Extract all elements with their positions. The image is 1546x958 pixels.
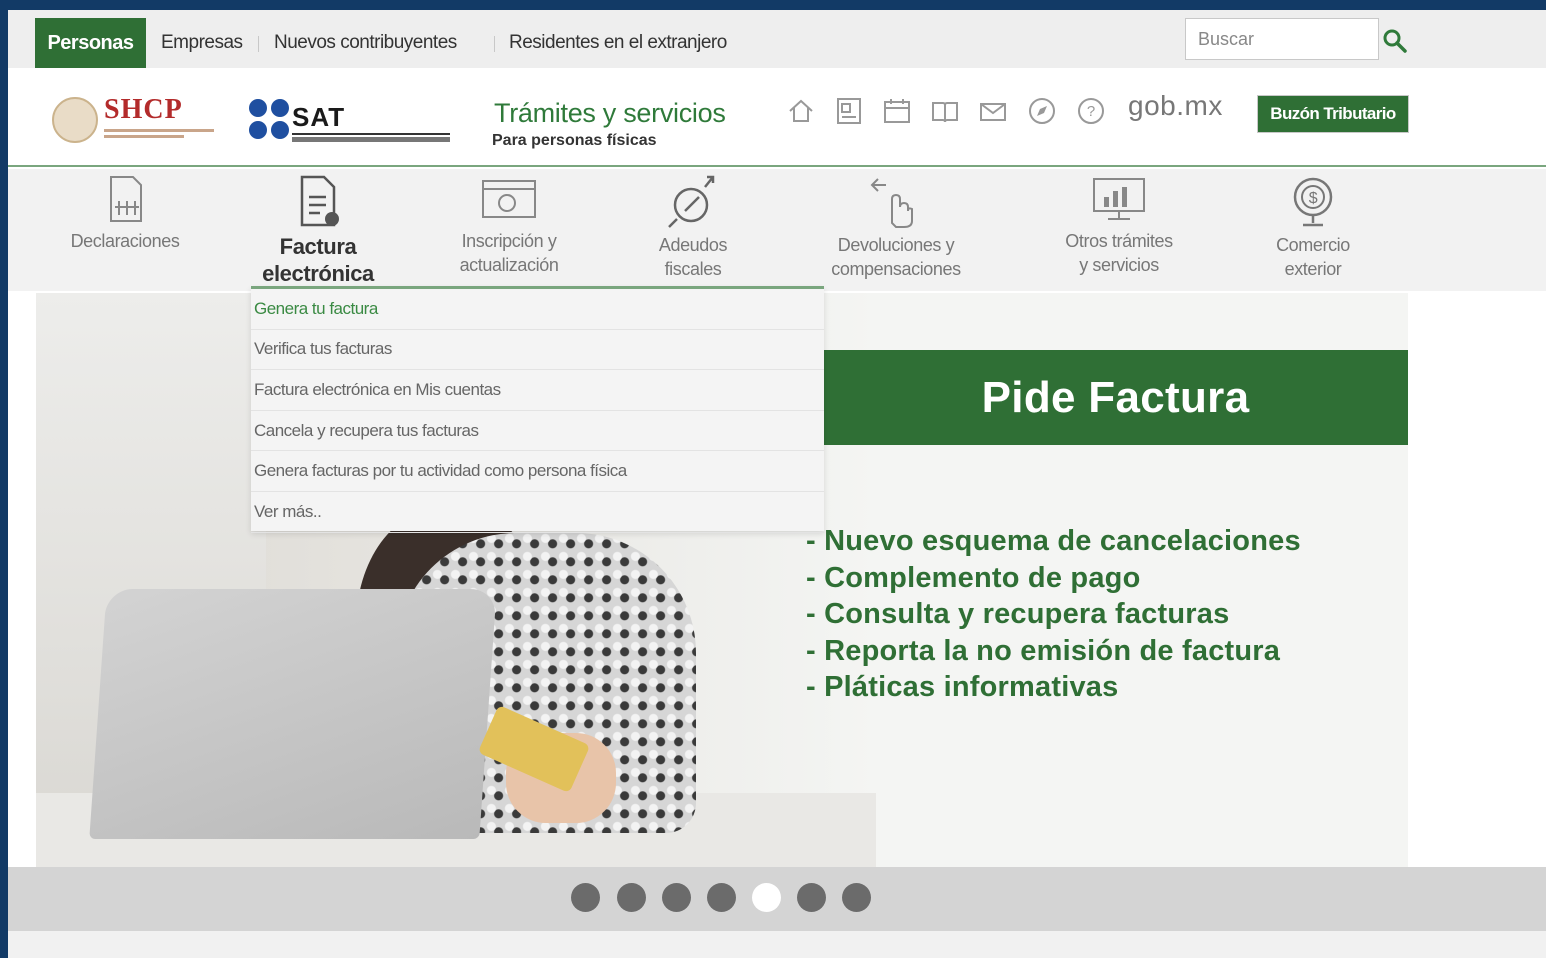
hero-bullet: - Consulta y recupera facturas [806, 598, 1230, 630]
shcp-emblem-icon [52, 97, 98, 143]
otros-tramites-icon [1093, 178, 1145, 220]
carousel-indicators [8, 867, 1546, 931]
search-icon[interactable] [1382, 28, 1408, 54]
inscripcion-icon [482, 180, 536, 218]
tramites-subtitle: Para personas físicas [492, 132, 657, 149]
devoluciones-icon [870, 178, 913, 228]
nav-label: Declaraciones [70, 231, 180, 251]
declaraciones-icon [110, 176, 142, 222]
nav-item-otros-tramites[interactable]: Otros trámites y servicios [1048, 169, 1190, 291]
buzon-tributario-button[interactable]: Buzón Tributario [1257, 95, 1409, 133]
nav-label: Devoluciones y compensaciones [831, 235, 961, 279]
nav-item-declaraciones[interactable]: Declaraciones [60, 169, 190, 291]
nav-label: Inscripción y actualización [459, 231, 559, 275]
carousel-dot[interactable] [752, 883, 781, 912]
hero-bullet: - Nuevo esquema de cancelaciones [806, 525, 1301, 557]
factura-icon [300, 175, 339, 227]
link-empresas[interactable]: Empresas [161, 32, 243, 54]
menu-item-genera-factura[interactable]: Genera tu factura [251, 289, 824, 330]
hero-bullet: - Reporta la no emisión de factura [806, 634, 1281, 667]
carousel-dot[interactable] [571, 883, 600, 912]
separator [258, 36, 259, 52]
site-header: SHCP SAT Trámites y servicios Para perso… [8, 68, 1546, 167]
factura-dropdown-menu: Genera tu factura Verifica tus facturas … [251, 286, 824, 533]
nav-label: Adeudos fiscales [658, 235, 728, 279]
book-icon[interactable] [930, 96, 960, 126]
link-nuevos-contribuyentes[interactable]: Nuevos contribuyentes [274, 32, 457, 54]
hero-title: Pide Factura [823, 350, 1408, 445]
search-input[interactable]: Buscar [1185, 18, 1379, 60]
adeudos-icon [668, 175, 715, 228]
hero-bullet: - Complemento de pago [806, 561, 1141, 594]
hero-bullet-list: - Nuevo esquema de cancelaciones - Compl… [806, 523, 1301, 706]
nav-item-factura-electronica[interactable]: Factura electrónica [248, 169, 388, 291]
home-icon[interactable] [786, 96, 816, 126]
tramites-title: Trámites y servicios [494, 98, 726, 128]
top-bar: Personas Empresas Nuevos contribuyentes … [8, 10, 1546, 68]
svg-text:$: $ [1309, 190, 1318, 207]
sat-logo-subtitle-bar [292, 137, 450, 142]
carousel-dot[interactable] [842, 883, 871, 912]
menu-item-actividad-persona-fisica[interactable]: Genera facturas por tu actividad como pe… [251, 451, 824, 492]
menu-item-verifica-facturas[interactable]: Verifica tus facturas [251, 330, 824, 371]
menu-item-mis-cuentas[interactable]: Factura electrónica en Mis cuentas [251, 370, 824, 411]
page-bottom-strip [8, 931, 1546, 958]
carousel-dot[interactable] [617, 883, 646, 912]
menu-item-ver-mas[interactable]: Ver más.. [251, 492, 824, 533]
carousel-dot[interactable] [662, 883, 691, 912]
page-frame: Personas Empresas Nuevos contribuyentes … [8, 10, 1546, 958]
sat-logo-icon [249, 99, 289, 139]
comercio-icon: $ [1293, 177, 1333, 227]
nav-item-inscripcion[interactable]: Inscripción y actualización [444, 169, 574, 291]
hero-bullet: - Pláticas informativas [806, 671, 1119, 703]
main-nav: Declaraciones Factura electrónica Inscri… [8, 169, 1546, 291]
help-icon[interactable]: ? [1076, 96, 1106, 126]
compass-icon[interactable] [1027, 96, 1057, 126]
sat-logo[interactable]: SAT [292, 102, 345, 133]
tab-personas[interactable]: Personas [35, 18, 146, 68]
mail-icon[interactable] [978, 96, 1008, 126]
nav-item-adeudos[interactable]: Adeudos fiscales [638, 169, 748, 291]
carousel-dot[interactable] [707, 883, 736, 912]
calendar-icon[interactable] [882, 96, 912, 126]
photo-laptop [89, 589, 497, 839]
link-residentes-extranjero[interactable]: Residentes en el extranjero [509, 32, 727, 54]
document-icon[interactable] [834, 96, 864, 126]
svg-text:?: ? [1087, 103, 1095, 120]
nav-label: Factura electrónica [262, 234, 374, 286]
nav-item-comercio-exterior[interactable]: $ Comercio exterior [1258, 169, 1368, 291]
separator [494, 36, 495, 52]
nav-label: Comercio exterior [1276, 235, 1350, 279]
shcp-subtitle-lines [104, 129, 214, 138]
menu-item-cancela-recupera[interactable]: Cancela y recupera tus facturas [251, 411, 824, 452]
shcp-logo[interactable]: SHCP [104, 94, 183, 126]
nav-item-devoluciones[interactable]: Devoluciones y compensaciones [816, 169, 976, 291]
sat-logo-underline [292, 133, 450, 135]
gobmx-link[interactable]: gob.mx [1128, 90, 1223, 122]
nav-label: Otros trámites y servicios [1065, 231, 1173, 275]
carousel-dot[interactable] [797, 883, 826, 912]
